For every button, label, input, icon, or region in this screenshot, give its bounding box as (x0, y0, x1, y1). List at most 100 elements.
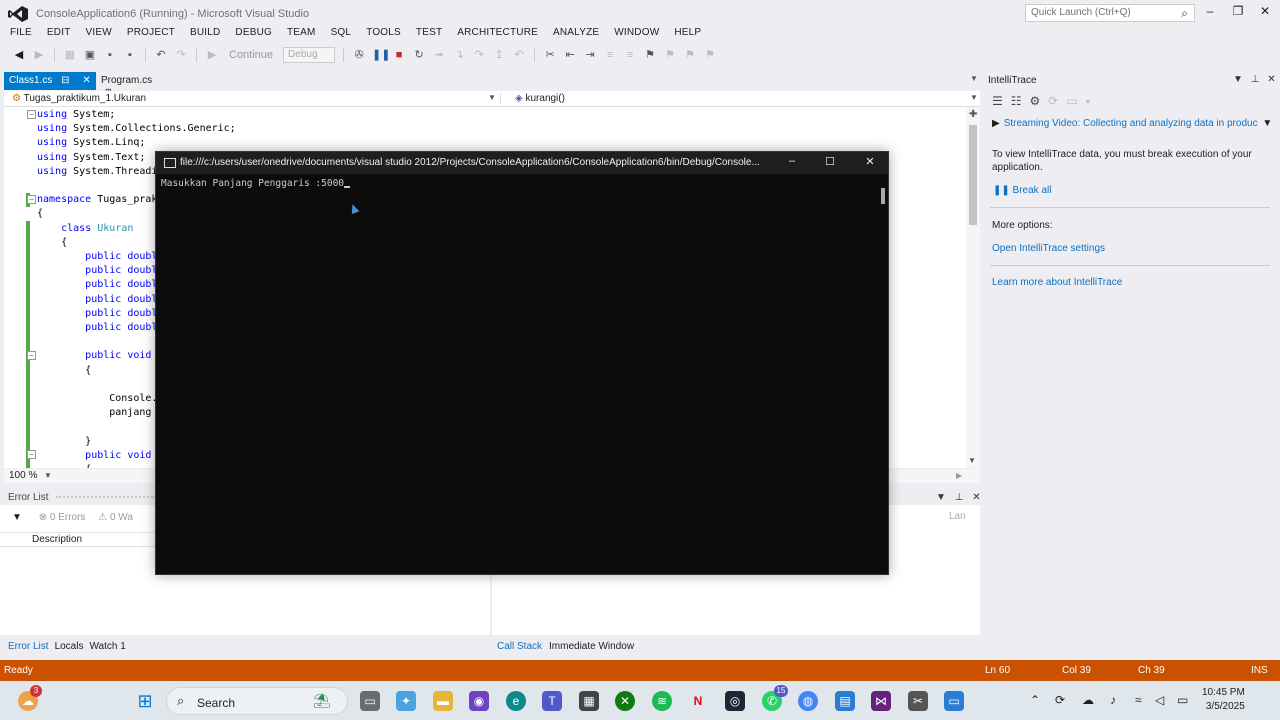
sync-icon[interactable]: ⟳ (1055, 693, 1065, 707)
menu-analyze[interactable]: ANALYZE (553, 27, 599, 43)
taskbar-search[interactable]: ⌕ Search ⛱ (166, 687, 348, 715)
visual-studio-icon[interactable]: ⋈ (871, 691, 891, 711)
pause-icon[interactable]: ❚❚ (372, 48, 390, 62)
open-icon[interactable]: ▭ (1066, 94, 1077, 108)
steam-icon[interactable]: ◎ (725, 691, 745, 711)
intellitrace-icon[interactable]: ✂ (543, 48, 557, 62)
menu-debug[interactable]: DEBUG (235, 27, 272, 43)
close-icon[interactable]: ✕ (972, 492, 980, 503)
chevron-down-icon[interactable]: ▼ (488, 93, 496, 102)
edge-icon[interactable]: e (506, 691, 526, 711)
step-out-icon[interactable]: ↥ (492, 48, 506, 62)
netflix-icon[interactable]: N (688, 691, 708, 711)
new-project-icon[interactable]: ▦ (63, 48, 77, 62)
menu-view[interactable]: VIEW (86, 27, 112, 43)
save-icon[interactable]: ▪ (1086, 94, 1090, 108)
editor-vertical-scrollbar[interactable]: ✚ ▼ (966, 107, 980, 468)
stop-icon[interactable]: ■ (392, 48, 406, 62)
chevron-down-icon[interactable]: ▼ (936, 492, 946, 503)
continue-button[interactable]: Continue (225, 49, 277, 61)
console-output[interactable]: Masukkan Panjang Penggaris :5000 (161, 178, 351, 189)
scroll-down-icon[interactable]: ▼ (968, 456, 976, 465)
break-all-link[interactable]: ❚❚ Break all (993, 185, 1051, 196)
tab-program-cs[interactable]: Program.cs ⊞ (96, 72, 166, 96)
teams-icon[interactable]: T (542, 691, 562, 711)
continue-icon[interactable]: ▶ (205, 48, 219, 62)
collapse-icon[interactable]: − (27, 195, 36, 204)
prev-bookmark-icon[interactable]: ⚑ (663, 48, 677, 62)
file-explorer-icon[interactable]: ▬ (433, 691, 453, 711)
battery-icon[interactable]: ▭ (1177, 693, 1188, 707)
attach-icon[interactable]: ✇ (352, 48, 366, 62)
tab-call-stack[interactable]: Call Stack (497, 641, 542, 652)
wifi-icon[interactable]: ≈ (1135, 693, 1142, 707)
console-window[interactable]: file:///c:/users/user/onedrive/documents… (155, 151, 889, 575)
spotify-icon[interactable]: ≋ (652, 691, 672, 711)
pin-icon[interactable]: ⊟ (61, 75, 69, 86)
save-all-icon[interactable]: ▪ (123, 48, 137, 62)
menu-file[interactable]: FILE (10, 27, 32, 43)
chevron-down-icon[interactable]: ▼ (44, 471, 52, 480)
undo-icon[interactable]: ↶ (154, 48, 168, 62)
split-icon[interactable]: ✚ (969, 109, 977, 120)
collapse-icon[interactable]: − (27, 351, 36, 360)
refresh-icon[interactable]: ⟳ (1048, 94, 1058, 108)
menu-build[interactable]: BUILD (190, 27, 220, 43)
open-file-icon[interactable]: ▣ (83, 48, 97, 62)
type-dropdown[interactable]: ⚙ Tugas_praktikum_1.Ukuran (12, 93, 146, 104)
console-scrollbar-thumb[interactable] (881, 188, 885, 204)
menu-team[interactable]: TEAM (287, 27, 316, 43)
menu-tools[interactable]: TOOLS (366, 27, 401, 43)
tab-class1-cs[interactable]: Class1.cs ⊟ ✕ (4, 72, 96, 90)
minimize-button[interactable]: – (1199, 4, 1221, 22)
start-icon[interactable]: ⊞ (135, 691, 155, 711)
bookmark-icon[interactable]: ⚑ (643, 48, 657, 62)
scroll-right-icon[interactable]: ▶ (956, 471, 962, 480)
zoom-level[interactable]: 100 % (9, 470, 37, 481)
clear-bookmarks-icon[interactable]: ⚑ (703, 48, 717, 62)
console-close-button[interactable]: ✕ (860, 155, 880, 168)
chevron-down-icon[interactable]: ▼ (1233, 74, 1243, 85)
pin-icon[interactable]: ⊥ (955, 492, 964, 503)
console-title-bar[interactable]: file:///c:/users/user/onedrive/documents… (156, 152, 888, 174)
show-next-statement-icon[interactable]: ➟ (432, 48, 446, 62)
menu-project[interactable]: PROJECT (127, 27, 175, 43)
tab-error-list[interactable]: Error List (8, 641, 49, 652)
forward-icon[interactable]: ▶ (32, 48, 46, 62)
store-icon[interactable]: ▦ (579, 691, 599, 711)
comment-icon[interactable]: ≡ (603, 48, 617, 62)
save-icon[interactable]: ▪ (103, 48, 117, 62)
collapse-icon[interactable]: − (27, 110, 36, 119)
step-back-icon[interactable]: ↶ (512, 48, 526, 62)
solution-configuration-select[interactable]: Debug (283, 47, 336, 63)
drag-handle[interactable] (56, 496, 156, 498)
list-view-icon[interactable]: ☰ (992, 94, 1003, 108)
step-into-icon[interactable]: ↴ (452, 48, 466, 62)
chevron-down-icon[interactable]: ▼ (970, 93, 978, 102)
app-icon[interactable]: ◉ (469, 691, 489, 711)
streaming-video-link[interactable]: ▶ Streaming Video: Collecting and analyzi… (992, 118, 1272, 129)
step-over-icon[interactable]: ↷ (472, 48, 486, 62)
member-dropdown[interactable]: ◈ kurangi() (500, 93, 565, 104)
tab-list-dropdown-icon[interactable]: ▼ (970, 74, 978, 83)
next-bookmark-icon[interactable]: ⚑ (683, 48, 697, 62)
menu-window[interactable]: WINDOW (614, 27, 659, 43)
restore-button[interactable]: ❐ (1227, 4, 1249, 22)
menu-edit[interactable]: EDIT (47, 27, 71, 43)
menu-sql[interactable]: SQL (331, 27, 352, 43)
console-taskbar-icon[interactable]: ▭ (944, 691, 964, 711)
snipping-tool-icon[interactable]: ✂ (908, 691, 928, 711)
description-column-header[interactable]: Description (32, 534, 82, 545)
menu-test[interactable]: TEST (416, 27, 442, 43)
tab-immediate-window[interactable]: Immediate Window (549, 641, 634, 652)
chrome-icon[interactable]: ◍ (798, 691, 818, 711)
filter-icon[interactable]: ▼ (12, 512, 22, 523)
console-minimize-button[interactable]: – (782, 155, 802, 167)
indent-icon[interactable]: ⇤ (563, 48, 577, 62)
learn-more-link[interactable]: Learn more about IntelliTrace (992, 277, 1122, 288)
calls-view-icon[interactable]: ☷ (1011, 94, 1022, 108)
microphone-icon[interactable]: ♪ (1110, 693, 1116, 707)
chevron-down-icon[interactable]: ▼ (1262, 118, 1272, 129)
show-hidden-icons[interactable]: ⌃ (1030, 693, 1040, 707)
menu-help[interactable]: HELP (674, 27, 701, 43)
